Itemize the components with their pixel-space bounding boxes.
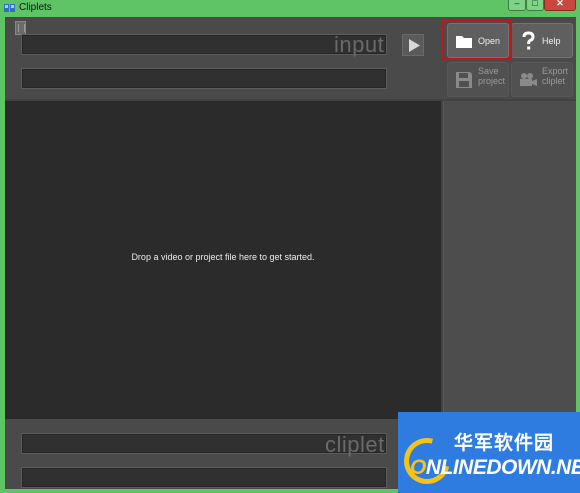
close-button[interactable]: ✕: [544, 0, 576, 11]
play-button[interactable]: [402, 34, 424, 56]
cliplet-watermark: cliplet: [325, 432, 385, 457]
question-icon: [522, 31, 535, 50]
help-button[interactable]: Help: [511, 23, 573, 58]
open-button-highlight: [441, 19, 512, 60]
export-label: Export cliplet: [542, 66, 569, 86]
site-watermark-english: ONLINEDOWN.NET: [410, 456, 580, 479]
input-panel: input: [5, 17, 441, 99]
camera-icon: [520, 73, 537, 86]
floppy-icon: [456, 72, 472, 88]
input-watermark: input: [334, 32, 385, 57]
save-project-button[interactable]: Save project: [447, 62, 509, 97]
minimize-button[interactable]: –: [508, 0, 526, 11]
output-secondary-track[interactable]: [21, 467, 387, 488]
maximize-button[interactable]: □: [526, 0, 544, 11]
help-label: Help: [542, 36, 561, 46]
drop-message: Drop a video or project file here to get…: [131, 252, 315, 262]
export-cliplet-button[interactable]: Export cliplet: [511, 62, 573, 97]
site-watermark-logo: 华军软件园 ONLINEDOWN.NET: [395, 412, 580, 493]
minimize-icon: –: [514, 0, 520, 8]
window-title: Cliplets: [19, 2, 52, 13]
input-scrub-handle[interactable]: [15, 21, 26, 35]
maximize-icon: □: [532, 0, 538, 8]
input-secondary-track[interactable]: [21, 68, 387, 89]
close-icon: ✕: [556, 0, 564, 8]
output-panel: cliplet: [5, 419, 441, 489]
input-timeline-track[interactable]: [21, 34, 387, 55]
site-watermark-chinese: 华军软件园: [454, 433, 555, 454]
app-icon: [4, 4, 15, 12]
save-label: Save project: [478, 66, 506, 86]
title-bar[interactable]: Cliplets – □ ✕: [0, 0, 580, 16]
video-drop-area[interactable]: Drop a video or project file here to get…: [5, 101, 441, 419]
play-icon: [409, 39, 420, 52]
